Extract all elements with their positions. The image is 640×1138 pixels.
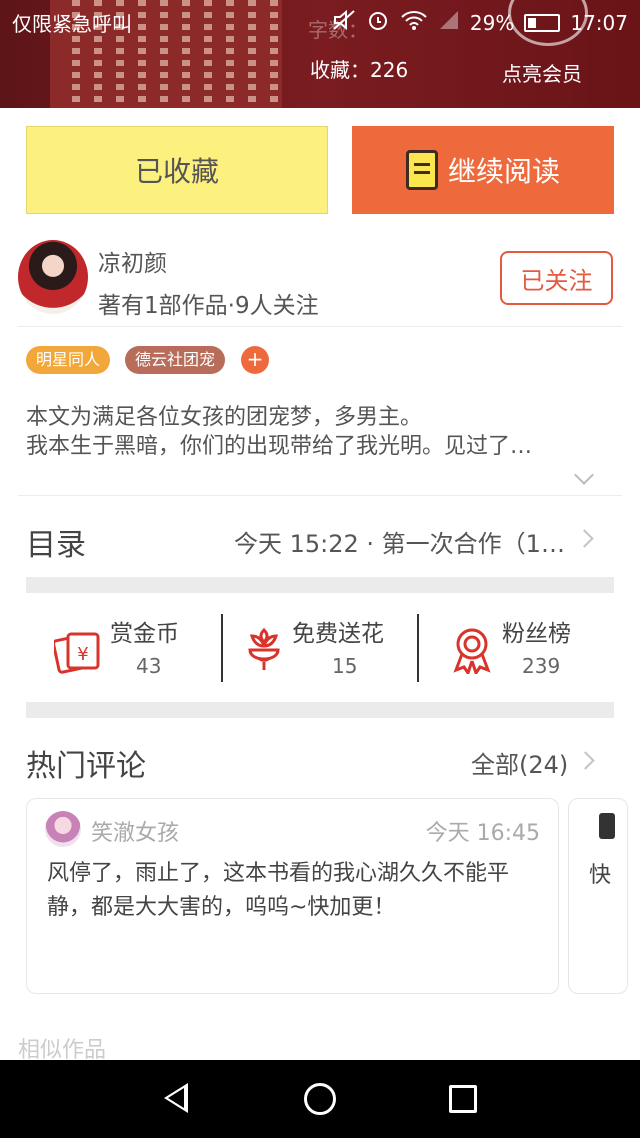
tag-chip[interactable]: 明星同人 xyxy=(26,346,111,374)
chevron-down-icon[interactable] xyxy=(574,465,594,485)
battery-icon xyxy=(524,13,561,32)
stat-value: 43 xyxy=(136,654,162,678)
stat-value: 239 xyxy=(522,654,561,678)
alarm-icon xyxy=(366,8,390,37)
continue-reading-label: 继续阅读 xyxy=(447,155,560,188)
commenter-name[interactable]: 笑澈女孩 xyxy=(91,815,179,847)
divider xyxy=(18,326,622,327)
vip-link[interactable]: 点亮会员 xyxy=(502,58,582,87)
divider xyxy=(221,614,223,682)
favorites-count: 收藏：226 xyxy=(310,58,409,82)
section-divider xyxy=(26,702,614,718)
book-description[interactable]: 本文为满足各位女孩的团宠梦，多男主。 我本生于黑暗，你们的出现带给了我光明。见过… xyxy=(26,403,600,461)
comment-text: 快 xyxy=(589,863,612,888)
comment-text: 风停了，雨止了，这本书看的我心湖久久不能平静，都是大大害的，呜呜~快加更！ xyxy=(47,861,510,920)
commenter-avatar[interactable] xyxy=(599,813,615,839)
comment-card[interactable]: 快 xyxy=(568,798,628,994)
stat-value: 15 xyxy=(332,654,358,678)
follow-label: 已关注 xyxy=(520,266,593,295)
description-line: 本文为满足各位女孩的团宠梦，多男主。 xyxy=(26,405,423,430)
signal-icon xyxy=(438,9,460,36)
section-divider xyxy=(26,577,614,593)
carrier-text: 仅限紧急呼叫 xyxy=(12,12,132,36)
status-bar: 仅限紧急呼叫 29% 17:07 xyxy=(0,0,640,44)
catalog-title[interactable]: 目录 xyxy=(26,520,86,564)
author-meta: 著有1部作品·9人关注 xyxy=(98,293,319,319)
back-icon[interactable] xyxy=(164,1083,188,1113)
reward-coin-icon: ¥ xyxy=(52,628,102,678)
chevron-right-icon[interactable] xyxy=(575,529,594,548)
author-name[interactable]: 凉初颜 xyxy=(98,244,167,278)
mute-icon xyxy=(332,9,356,36)
recent-apps-icon[interactable] xyxy=(449,1085,477,1113)
flower-icon xyxy=(244,626,284,676)
comment-time: 今天 16:45 xyxy=(425,821,540,846)
chevron-right-icon[interactable] xyxy=(576,751,595,770)
favorited-button[interactable]: 已收藏 xyxy=(26,126,328,214)
description-line: 我本生于黑暗，你们的出现带给了我光明。见过了… xyxy=(26,434,533,459)
fan-badge-icon xyxy=(452,626,492,678)
commenter-avatar[interactable] xyxy=(45,811,81,847)
divider xyxy=(18,495,622,496)
wifi-icon xyxy=(400,9,428,36)
stat-label: 赏金币 xyxy=(110,621,179,647)
svg-text:¥: ¥ xyxy=(77,644,88,665)
hot-comments-title: 热门评论 xyxy=(26,749,146,784)
tag-chip[interactable]: 德云社团宠 xyxy=(125,346,226,374)
favorited-label: 已收藏 xyxy=(134,155,219,188)
divider xyxy=(417,614,419,682)
fan-ranking-stat[interactable]: 粉丝榜 239 xyxy=(452,614,592,682)
reward-coin-stat[interactable]: ¥ 赏金币 43 xyxy=(52,614,214,682)
author-avatar[interactable] xyxy=(18,240,88,314)
clock-time: 17:07 xyxy=(570,10,628,35)
stat-label: 粉丝榜 xyxy=(502,621,571,647)
all-comments-link[interactable]: 全部(24) xyxy=(471,745,568,780)
comment-card[interactable]: 笑澈女孩 今天 16:45 风停了，雨止了，这本书看的我心湖久久不能平静，都是大… xyxy=(26,798,559,994)
battery-percent: 29% xyxy=(469,10,515,35)
latest-chapter[interactable]: 今天 15:22 · 第一次合作（1… xyxy=(234,524,574,559)
stat-label: 免费送花 xyxy=(292,621,384,647)
home-icon[interactable] xyxy=(304,1083,336,1115)
book-icon xyxy=(405,150,438,190)
continue-reading-button[interactable]: 继续阅读 xyxy=(352,126,614,214)
follow-button[interactable]: 已关注 xyxy=(500,251,613,305)
add-tag-button[interactable]: + xyxy=(241,346,269,374)
free-flower-stat[interactable]: 免费送花 15 xyxy=(244,614,409,682)
